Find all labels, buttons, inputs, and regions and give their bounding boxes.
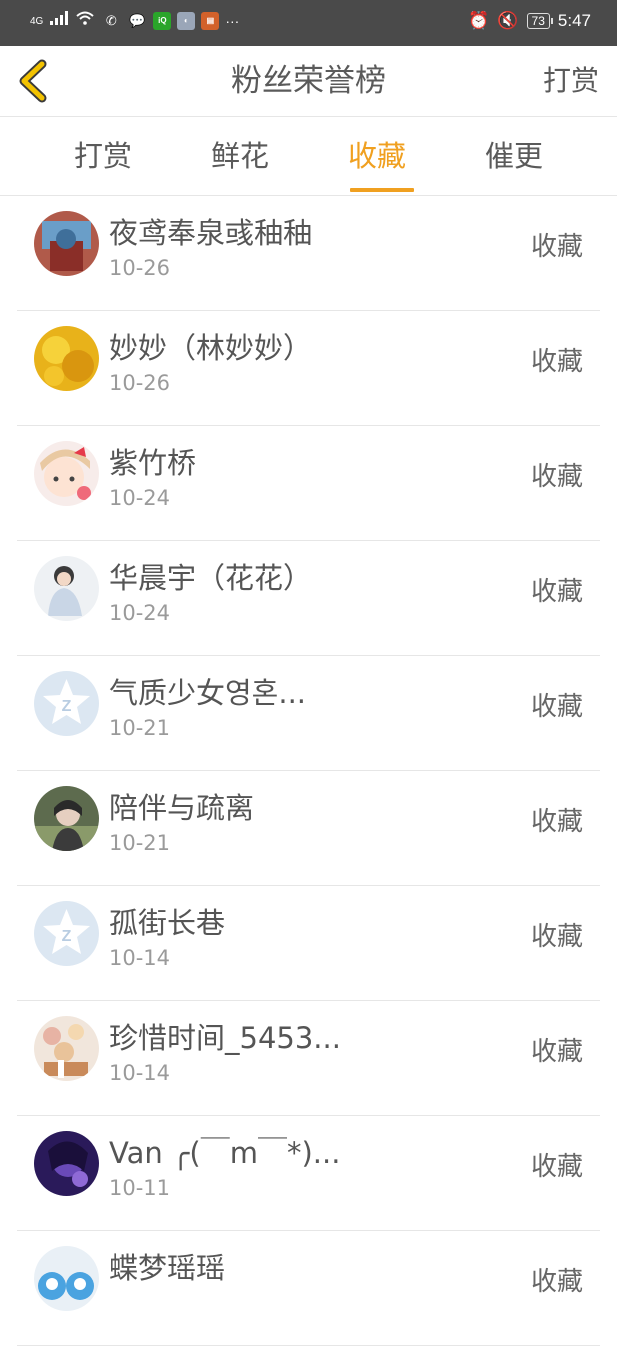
fan-name: 气质少女영혼... — [109, 676, 307, 710]
avatar[interactable]: Z — [34, 901, 99, 966]
news-app-icon: ▤ — [201, 12, 220, 30]
signal-icon — [49, 11, 69, 31]
fan-action: 收藏 — [530, 922, 583, 952]
fan-action: 收藏 — [530, 807, 583, 837]
status-left-icons: 4G ✆ 💬 iQ ◐ ▤ ··· — [30, 11, 239, 31]
avatar[interactable] — [34, 786, 99, 851]
battery-icon: 73 — [526, 13, 554, 29]
fan-name: 珍惜时间_5453... — [109, 1021, 341, 1055]
page-title: 粉丝荣誉榜 — [231, 63, 386, 99]
tab-favorites[interactable]: 收藏 — [317, 117, 437, 195]
list-item[interactable]: 珍惜时间_5453... 10-14 收藏 — [17, 1001, 600, 1116]
list-item[interactable]: Van ╭(￣m￣*)... 10-11 收藏 — [17, 1116, 600, 1231]
more-notifications-icon: ··· — [225, 13, 240, 29]
avatar[interactable] — [34, 326, 99, 391]
fan-name: 妙妙（林妙妙） — [109, 331, 313, 365]
list-item[interactable]: Z 孤街长巷 10-14 收藏 — [17, 886, 600, 1001]
iqiyi-app-icon: iQ — [153, 12, 172, 30]
fan-date: 10-26 — [109, 371, 171, 395]
fan-action: 收藏 — [530, 232, 583, 262]
fan-name: 孤街长巷 — [109, 906, 226, 940]
tab-urge-update[interactable]: 催更 — [454, 117, 574, 195]
tip-button[interactable]: 打赏 — [543, 46, 599, 116]
fan-date: 10-24 — [109, 601, 171, 625]
list-item[interactable]: Z 气质少女영혼... 10-21 收藏 — [17, 656, 600, 771]
svg-text:Z: Z — [62, 698, 72, 715]
fan-date: 10-14 — [109, 1061, 171, 1085]
default-avatar-icon: Z — [34, 901, 99, 966]
top-bar: 粉丝荣誉榜 打赏 — [0, 46, 617, 117]
fan-name: 蝶梦瑶瑶 — [109, 1251, 226, 1285]
list-item[interactable]: 华晨宇（花花） 10-24 收藏 — [17, 541, 600, 656]
fan-action: 收藏 — [530, 577, 583, 607]
fan-date: 10-21 — [109, 716, 171, 740]
app-icon: ◐ — [177, 12, 196, 30]
wifi-icon — [75, 11, 95, 31]
fan-name: 华晨宇（花花） — [109, 561, 313, 595]
fan-date: 10-14 — [109, 946, 171, 970]
mute-icon: 🔇 — [497, 11, 519, 30]
active-tab-indicator — [350, 188, 414, 192]
list-item[interactable]: 紫竹桥 10-24 收藏 — [17, 426, 600, 541]
missed-call-icon: ✆ — [105, 13, 117, 28]
default-avatar-icon: Z — [34, 671, 99, 736]
clock: 5:47 — [557, 11, 591, 30]
svg-text:Z: Z — [62, 928, 72, 945]
fan-action: 收藏 — [530, 462, 583, 492]
fan-name: 夜鸢奉泉彧秞秞 — [109, 216, 313, 250]
avatar[interactable] — [34, 441, 99, 506]
list-item[interactable]: 夜鸢奉泉彧秞秞 10-26 收藏 — [17, 196, 600, 311]
fan-name: 紫竹桥 — [109, 446, 197, 480]
list-item[interactable]: 蝶梦瑶瑶 收藏 — [17, 1231, 600, 1346]
fan-list: 夜鸢奉泉彧秞秞 10-26 收藏 妙妙（林妙妙） 10-26 收藏 紫竹桥 10… — [0, 196, 617, 1346]
fan-action: 收藏 — [530, 347, 583, 377]
fan-action: 收藏 — [530, 692, 583, 722]
fan-date: 10-11 — [109, 1176, 171, 1200]
alarm-icon: ⏰ — [468, 11, 490, 30]
status-right-icons: ⏰ 🔇 73 5:47 — [468, 11, 591, 31]
message-icon: 💬 — [129, 13, 146, 28]
status-bar: 4G ✆ 💬 iQ ◐ ▤ ··· ⏰ 🔇 73 5:47 — [0, 0, 617, 46]
avatar[interactable]: Z — [34, 671, 99, 736]
tab-favorites-label: 收藏 — [347, 139, 406, 173]
avatar[interactable] — [34, 1246, 99, 1311]
avatar[interactable] — [34, 1131, 99, 1196]
fan-name: 陪伴与疏离 — [109, 791, 255, 825]
tab-flowers[interactable]: 鲜花 — [180, 117, 300, 195]
fan-date: 10-21 — [109, 831, 171, 855]
avatar[interactable] — [34, 1016, 99, 1081]
fan-date: 10-26 — [109, 256, 171, 280]
network-type: 4G — [30, 15, 44, 27]
tab-bar: 打赏 鲜花 收藏 催更 — [0, 117, 617, 196]
fan-name: Van ╭(￣m￣*)... — [109, 1136, 341, 1170]
fan-action: 收藏 — [530, 1037, 583, 1067]
tab-tip[interactable]: 打赏 — [43, 117, 163, 195]
list-item[interactable]: 妙妙（林妙妙） 10-26 收藏 — [17, 311, 600, 426]
fan-action: 收藏 — [530, 1152, 583, 1182]
avatar[interactable] — [34, 211, 99, 276]
fan-date: 10-24 — [109, 486, 171, 510]
list-item[interactable]: 陪伴与疏离 10-21 收藏 — [17, 771, 600, 886]
avatar[interactable] — [34, 556, 99, 621]
